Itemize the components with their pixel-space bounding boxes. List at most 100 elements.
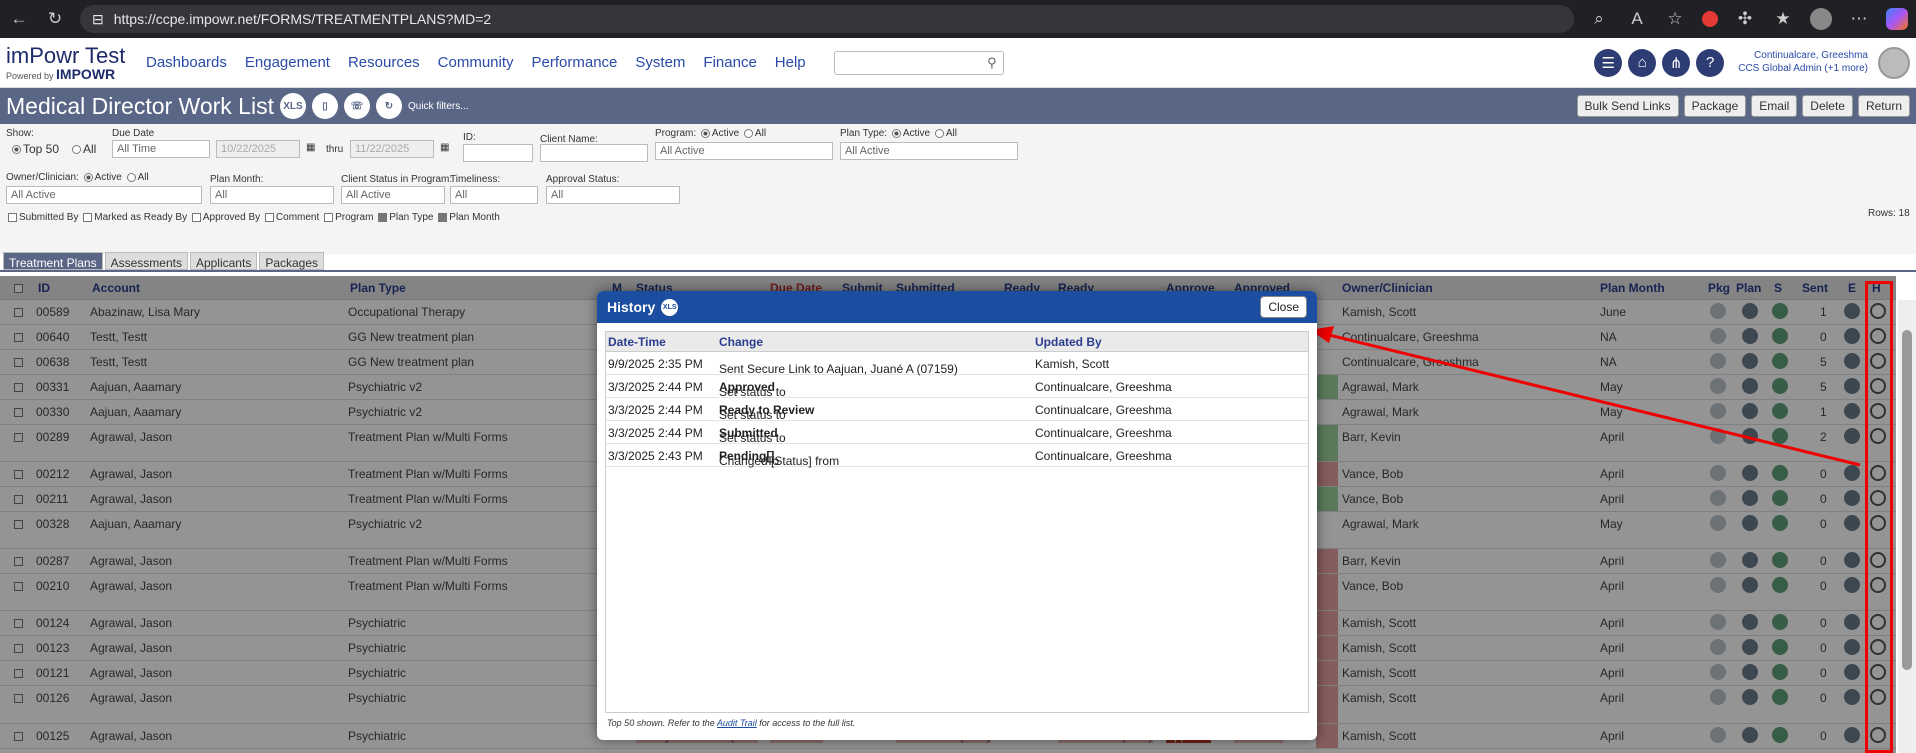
program-checkbox[interactable]: Program <box>322 212 373 223</box>
delete-button[interactable]: Delete <box>1802 95 1853 117</box>
plan-type-label: Plan Type: Active All <box>840 128 957 139</box>
due-date-select[interactable]: All Time <box>112 140 210 158</box>
quick-filters-link[interactable]: Quick filters... <box>408 101 469 112</box>
zoom-icon[interactable]: ⌕ <box>1588 8 1610 30</box>
history-updated-by: Continualcare, Greeshma <box>1035 449 1172 463</box>
timeliness-select[interactable]: All <box>450 186 538 204</box>
change-to-text: To <box>766 454 780 468</box>
owner-active-radio[interactable] <box>83 172 93 182</box>
address-bar[interactable]: ⊟ https://ccpe.impowr.net/FORMS/TREATMEN… <box>80 5 1574 33</box>
id-input[interactable] <box>463 144 533 162</box>
site-info-icon[interactable]: ⊟ <box>92 11 104 28</box>
phone-icon[interactable]: ☏ <box>343 93 370 119</box>
history-updated-by: Continualcare, Greeshma <box>1035 426 1172 440</box>
owner-all-label: All <box>137 172 149 183</box>
package-button[interactable]: Package <box>1683 95 1747 117</box>
plan-type-label-text: Plan Type: <box>840 128 888 139</box>
history-datetime: 3/3/2025 2:44 PM <box>608 403 703 417</box>
show-all-radio[interactable]: All <box>70 142 96 156</box>
program-active-radio[interactable] <box>700 128 710 138</box>
copilot-icon[interactable] <box>1886 8 1908 30</box>
refresh-list-icon[interactable]: ↻ <box>375 93 402 119</box>
extensions-puzzle-icon[interactable]: ✣ <box>1734 8 1756 30</box>
approved-by-checkbox[interactable]: Approved By <box>190 212 260 223</box>
search-icon[interactable]: ⚲ <box>987 55 997 71</box>
extension-icon[interactable] <box>1702 11 1718 27</box>
plan-type-all-radio[interactable] <box>934 128 944 138</box>
date-to-input[interactable]: 11/22/2025 <box>350 140 434 158</box>
history-table: Date-Time Change Updated By 9/9/2025 2:3… <box>605 331 1309 713</box>
history-footer: Top 50 shown. Refer to the Audit Trail f… <box>607 718 855 728</box>
app-header: imPowr Test Powered by IMPOWR Dashboards… <box>0 38 1916 88</box>
nav-finance[interactable]: Finance <box>703 54 756 71</box>
profile-icon[interactable] <box>1810 8 1832 30</box>
more-icon[interactable]: ⋯ <box>1848 8 1870 30</box>
date-from-input[interactable]: 10/22/2025 <box>216 140 300 158</box>
global-search-input[interactable]: ⚲ <box>833 50 1004 75</box>
plan-type-select[interactable]: All Active <box>840 142 1018 160</box>
nav-dashboards[interactable]: Dashboards <box>146 54 227 71</box>
audit-trail-link[interactable]: Audit Trail <box>717 718 757 728</box>
share-icon[interactable]: ⋔ <box>1662 48 1691 77</box>
page-title-bar: Medical Director Work List XLS ▯ ☏ ↻ Qui… <box>0 88 1916 124</box>
nav-engagement[interactable]: Engagement <box>245 54 330 71</box>
program-all-label: All <box>754 128 767 139</box>
plan-type-checkbox[interactable]: Plan Type <box>376 212 434 223</box>
avatar[interactable] <box>1878 46 1910 79</box>
owner-label: Owner/Clinician: Active All <box>6 172 149 183</box>
approval-status-select[interactable]: All <box>546 186 680 204</box>
comment-checkbox[interactable]: Comment <box>263 212 319 223</box>
tab-treatment-plans[interactable]: Treatment Plans <box>3 252 103 270</box>
home-icon[interactable]: ⌂ <box>1628 48 1657 77</box>
user-role: CCS Global Admin (+1 more) <box>1738 62 1868 74</box>
document-icon[interactable]: ▯ <box>311 93 338 119</box>
nav-community[interactable]: Community <box>438 54 514 71</box>
submitted-by-checkbox[interactable]: Submitted By <box>6 212 78 223</box>
help-icon[interactable]: ? <box>1696 48 1725 77</box>
plan-month-checkbox[interactable]: Plan Month <box>436 212 500 223</box>
history-datetime: 3/3/2025 2:44 PM <box>608 380 703 394</box>
change-text: Sent Secure Link to Aajuan, Juané A (071… <box>719 362 958 376</box>
submitted-by-label: Submitted By <box>19 212 79 223</box>
program-all-radio[interactable] <box>743 128 753 138</box>
vertical-scrollbar[interactable] <box>1898 300 1916 753</box>
nav-performance[interactable]: Performance <box>532 54 618 71</box>
favorite-star-icon[interactable]: ☆ <box>1664 8 1686 30</box>
user-info[interactable]: Continualcare, Greeshma CCS Global Admin… <box>1738 50 1868 75</box>
read-aloud-icon[interactable]: A <box>1626 8 1648 30</box>
email-button[interactable]: Email <box>1751 95 1798 117</box>
client-status-select[interactable]: All Active <box>341 186 445 204</box>
xls-export-icon[interactable]: XLS <box>279 93 306 119</box>
bulk-send-links-button[interactable]: Bulk Send Links <box>1576 95 1679 117</box>
close-button[interactable]: Close <box>1260 296 1307 318</box>
plan-type-active-radio[interactable] <box>891 128 901 138</box>
change-text: Changed [Status] from <box>719 454 840 468</box>
favorites-icon[interactable]: ★ <box>1772 8 1794 30</box>
marked-ready-checkbox[interactable]: Marked as Ready By <box>81 212 187 223</box>
refresh-icon[interactable]: ↻ <box>44 8 66 30</box>
return-button[interactable]: Return <box>1857 95 1910 117</box>
tab-applicants[interactable]: Applicants <box>189 252 258 270</box>
history-xls-icon[interactable]: XLS <box>661 298 679 316</box>
plan-month-col-label: Plan Month <box>449 212 500 223</box>
nav-system[interactable]: System <box>635 54 685 71</box>
calendar-from-icon[interactable]: ▦ <box>306 142 315 153</box>
nav-resources[interactable]: Resources <box>348 54 420 71</box>
tab-assessments[interactable]: Assessments <box>104 252 188 270</box>
owner-all-radio[interactable] <box>126 172 136 182</box>
owner-select[interactable]: All Active <box>6 186 202 204</box>
back-icon[interactable]: ← <box>8 8 30 30</box>
program-select[interactable]: All Active <box>655 142 833 160</box>
scrollbar-thumb[interactable] <box>1902 330 1912 670</box>
due-date-label: Due Date <box>112 128 155 139</box>
list-menu-icon[interactable]: ☰ <box>1594 48 1623 77</box>
tab-bar: Treatment Plans Assessments Applicants P… <box>0 252 1916 272</box>
client-name-input[interactable] <box>540 144 648 162</box>
plan-month-select[interactable]: All <box>210 186 334 204</box>
show-top50-radio[interactable]: Top 50 <box>10 142 59 156</box>
nav-help[interactable]: Help <box>775 54 806 71</box>
calendar-to-icon[interactable]: ▦ <box>440 142 449 153</box>
tab-packages[interactable]: Packages <box>259 252 325 270</box>
brand-logo[interactable]: imPowr Test Powered by IMPOWR <box>6 44 140 81</box>
history-modal: History XLS Close Date-Time Change Updat… <box>597 291 1317 740</box>
